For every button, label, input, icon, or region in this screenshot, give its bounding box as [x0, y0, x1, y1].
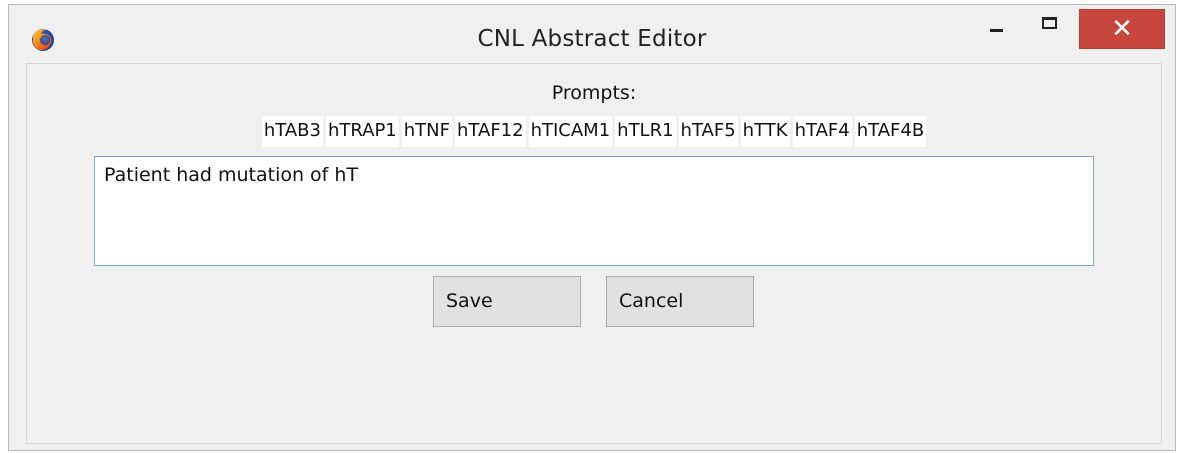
close-button[interactable]: ✕ [1079, 9, 1165, 49]
close-icon: ✕ [1111, 14, 1133, 44]
minimize-icon [989, 28, 1003, 32]
prompt-item-htrap1[interactable]: hTRAP1 [325, 116, 399, 147]
prompt-item-hticam1[interactable]: hTICAM1 [528, 116, 613, 147]
prompts-list: hTAB3 hTRAP1 hTNF hTAF12 hTICAM1 hTLR1 h… [27, 116, 1161, 147]
prompt-item-htab3[interactable]: hTAB3 [261, 116, 323, 147]
abstract-text-input[interactable]: Patient had mutation of hT [94, 156, 1094, 266]
prompt-item-htnf[interactable]: hTNF [401, 116, 452, 147]
prompt-item-httk[interactable]: hTTK [740, 116, 790, 147]
prompt-item-htaf4b[interactable]: hTAF4B [854, 116, 927, 147]
app-window: CNL Abstract Editor ✕ Prompts: hTAB3 hTR… [8, 4, 1176, 451]
prompt-item-htlr1[interactable]: hTLR1 [615, 116, 676, 147]
editor-panel: Prompts: hTAB3 hTRAP1 hTNF hTAF12 hTICAM… [26, 63, 1162, 444]
maximize-icon [1041, 17, 1057, 29]
maximize-button[interactable] [1030, 5, 1068, 45]
prompt-item-htaf4[interactable]: hTAF4 [792, 116, 852, 147]
minimize-button[interactable] [977, 5, 1015, 45]
save-button[interactable]: Save [433, 276, 581, 327]
prompts-label: Prompts: [551, 82, 637, 104]
prompt-item-htaf12[interactable]: hTAF12 [455, 116, 526, 147]
cancel-button[interactable]: Cancel [606, 276, 754, 327]
prompt-item-htaf5[interactable]: hTAF5 [678, 116, 738, 147]
title-bar[interactable]: CNL Abstract Editor ✕ [9, 5, 1175, 63]
